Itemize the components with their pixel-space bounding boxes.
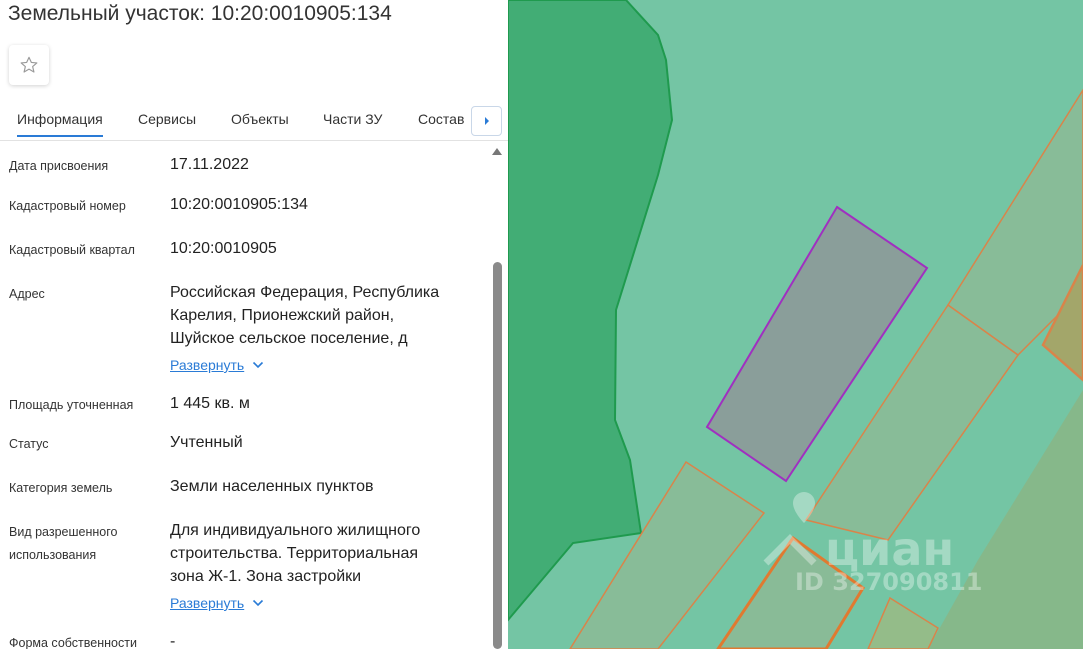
usage-line: зона Ж-1. Зона застройки <box>170 568 362 585</box>
field-value-ownership: - <box>170 633 176 649</box>
field-value-cadnum: 10:20:0010905:134 <box>170 196 308 213</box>
usage-label-line: Вид разрешенного <box>9 525 118 539</box>
tab-parts[interactable]: Части ЗУ <box>323 111 382 127</box>
page-title: Земельный участок: 10:20:0010905:134 <box>8 2 392 25</box>
field-label-address: Адрес <box>9 287 45 301</box>
address-line: Карелия, Прионежский район, <box>170 307 395 324</box>
field-label-quarter: Кадастровый квартал <box>9 243 135 257</box>
info-panel: Земельный участок: 10:20:0010905:134 Инф… <box>0 0 508 649</box>
map-view[interactable]: циан ID 327090811 <box>508 0 1083 649</box>
field-label-category: Категория земель <box>9 481 113 495</box>
address-expand-link[interactable]: Развернуть <box>170 357 264 373</box>
field-value-quarter: 10:20:0010905 <box>170 240 277 257</box>
tab-objects[interactable]: Объекты <box>231 111 289 127</box>
field-label-date: Дата присвоения <box>9 159 109 173</box>
field-value-date: 17.11.2022 <box>170 156 249 173</box>
watermark-id: ID 327090811 <box>795 568 983 596</box>
tab-composition[interactable]: Состав <box>418 111 464 127</box>
chevron-down-icon <box>253 361 264 369</box>
map-canvas <box>508 0 1083 649</box>
usage-line: Для индивидуального жилищного <box>170 522 421 539</box>
usage-label-line: использования <box>9 548 97 562</box>
favorite-button[interactable] <box>9 45 49 85</box>
star-outline-icon <box>20 56 38 73</box>
field-value-status: Учтенный <box>170 434 243 451</box>
scrollbar-thumb[interactable] <box>493 262 502 649</box>
field-value-category: Земли населенных пунктов <box>170 478 374 495</box>
expand-label: Развернуть <box>170 595 245 611</box>
tab-information[interactable]: Информация <box>17 111 103 137</box>
field-label-usage: Вид разрешенного использования <box>9 521 159 567</box>
field-label-area: Площадь уточненная <box>9 398 134 412</box>
address-line: Российская Федерация, Республика <box>170 284 440 301</box>
usage-line: строительства. Территориальная <box>170 545 419 562</box>
chevron-down-icon <box>253 599 264 607</box>
tab-services[interactable]: Сервисы <box>138 111 196 127</box>
field-label-status: Статус <box>9 437 49 451</box>
expand-label: Развернуть <box>170 357 245 373</box>
map-parcel-lower-right <box>867 596 939 649</box>
field-value-address: Российская Федерация, Республика Карелия… <box>170 281 470 350</box>
tab-bar: Информация Сервисы Объекты Части ЗУ Сост… <box>0 102 508 141</box>
field-value-usage: Для индивидуального жилищного строительс… <box>170 519 470 588</box>
field-label-cadnum: Кадастровый номер <box>9 199 126 213</box>
caret-right-icon <box>484 117 489 125</box>
field-label-ownership: Форма собственности <box>9 636 137 649</box>
field-value-area: 1 445 кв. м <box>170 395 250 412</box>
tabs-next-button[interactable] <box>471 106 502 136</box>
address-line: Шуйское сельское поселение, д <box>170 330 408 347</box>
scroll-up-arrow-icon[interactable] <box>492 148 502 155</box>
usage-expand-link[interactable]: Развернуть <box>170 595 264 611</box>
